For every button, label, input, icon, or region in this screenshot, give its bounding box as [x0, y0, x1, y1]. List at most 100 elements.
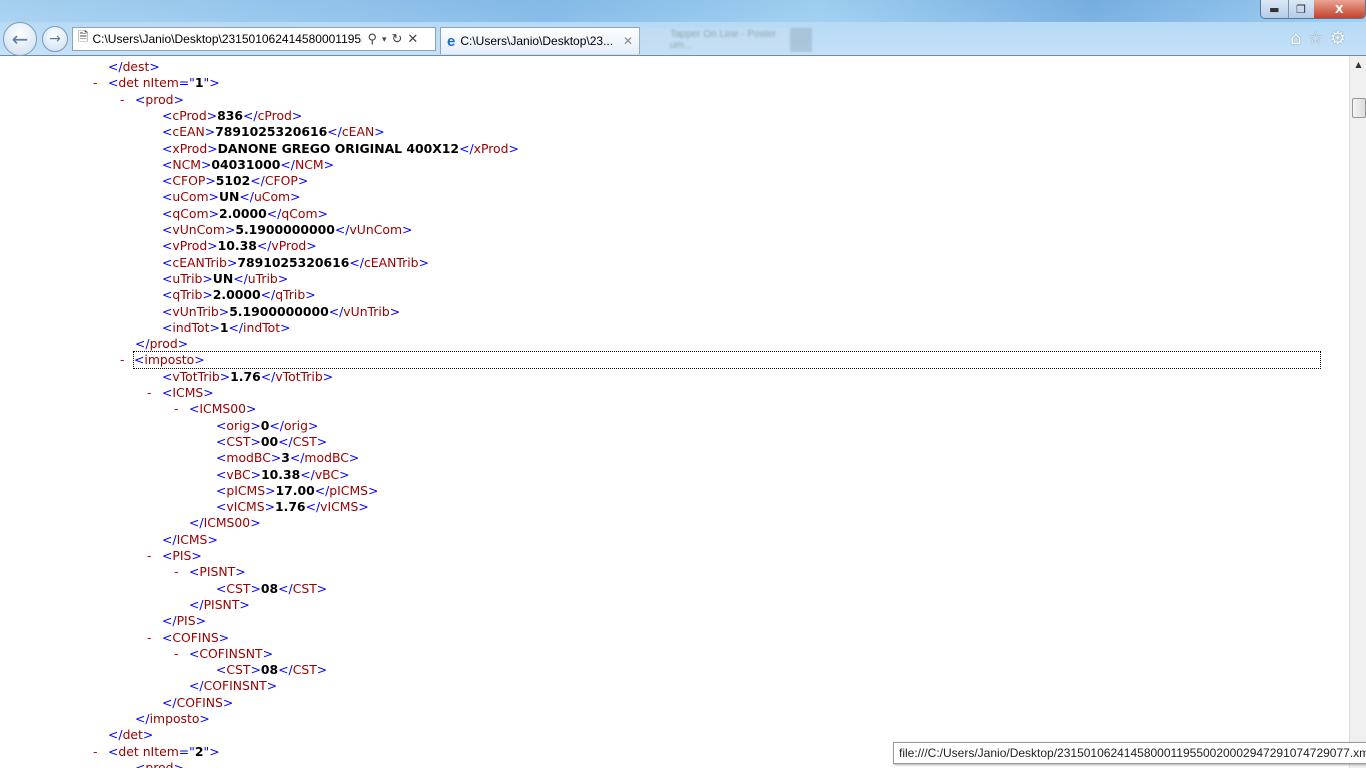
collapse-toggle[interactable]: - — [147, 630, 151, 645]
element-value: 2.0000 — [212, 287, 261, 303]
xml-line-prod: </prod> — [135, 336, 188, 352]
bracket: > — [277, 270, 289, 286]
tag-name: indTot — [243, 319, 281, 335]
tag-name: COFINSNT — [203, 678, 267, 694]
tag-name: vProd — [271, 238, 307, 254]
browser-toolbar: ← → 🗎 C:\Users\Janio\Desktop\23150106241… — [0, 0, 1366, 56]
bracket: </ — [349, 254, 364, 270]
element-value: 08 — [260, 580, 279, 596]
bracket: </ — [108, 727, 123, 743]
bracket: < — [216, 466, 227, 482]
xml-line-det[interactable]: <det nItem="2"> — [108, 744, 220, 760]
bracket: </ — [189, 515, 204, 531]
bracket: > — [280, 319, 291, 335]
collapse-toggle[interactable]: - — [120, 760, 124, 768]
bracket: > — [208, 205, 219, 221]
tag-name: qTrib — [172, 287, 203, 303]
bracket: > — [291, 107, 303, 123]
tag-name: xProd — [172, 140, 208, 156]
bracket: < — [162, 287, 173, 303]
back-button[interactable]: ← — [3, 22, 37, 56]
tab-title: Tapper On Line - Poster um... — [670, 29, 777, 51]
xml-line-utrib: <uTrib>UN</uTrib> — [162, 271, 288, 287]
bracket: </ — [162, 694, 177, 710]
refresh-icon[interactable]: ↻ — [392, 31, 403, 47]
collapse-toggle[interactable]: - — [147, 385, 151, 400]
xml-line-vicms: <vICMS>1.76</vICMS> — [216, 499, 369, 515]
tag-name: qTrib — [275, 287, 306, 303]
bracket: < — [162, 385, 173, 400]
xml-line-pisnt[interactable]: <PISNT> — [189, 564, 246, 580]
bracket: </ — [278, 580, 293, 596]
collapse-toggle[interactable]: - — [93, 75, 97, 90]
bracket: > — [316, 433, 328, 449]
xml-line-icms[interactable]: <ICMS> — [162, 385, 214, 401]
bracket: </ — [327, 124, 342, 140]
element-value: 7891025320616 — [237, 254, 350, 270]
collapse-toggle[interactable]: - — [147, 548, 151, 563]
bracket: < — [216, 482, 227, 498]
address-bar[interactable]: 🗎 C:\Users\Janio\Desktop\231501062414580… — [72, 27, 436, 51]
scroll-up-icon[interactable]: ▲ — [1351, 56, 1366, 73]
tag-name: qCom — [172, 205, 209, 221]
bracket: > — [374, 124, 385, 140]
element-value: 08 — [260, 662, 279, 678]
bracket: < — [108, 743, 119, 759]
tag-name: qCom — [281, 205, 318, 221]
favorites-icon[interactable]: ☆ — [1307, 28, 1323, 49]
collapse-toggle[interactable]: - — [120, 92, 124, 107]
xml-line-icms: </ICMS> — [162, 532, 218, 548]
bracket: < — [162, 173, 173, 189]
collapse-toggle[interactable]: - — [93, 744, 97, 759]
bracket: =" — [178, 75, 195, 91]
tab-active[interactable]: e C:\Users\Janio\Desktop\23... ✕ — [440, 27, 640, 54]
collapse-toggle[interactable]: - — [174, 646, 178, 661]
tag-name: uCom — [253, 189, 291, 205]
bracket: < — [216, 433, 227, 449]
home-icon[interactable]: ⌂ — [1290, 28, 1301, 49]
tag-name: cEAN — [341, 124, 375, 140]
scroll-thumb[interactable] — [1352, 98, 1366, 118]
collapse-toggle[interactable]: - — [174, 564, 178, 579]
tag-name: dest — [122, 59, 150, 74]
close-tab-icon[interactable]: ✕ — [623, 34, 633, 48]
bracket: > — [224, 222, 236, 237]
tag-name: imposto — [149, 711, 200, 726]
xml-line-cprod: <cProd>836</cProd> — [162, 108, 302, 124]
search-icon[interactable]: ⚲ — [367, 31, 377, 47]
bracket: < — [135, 91, 146, 107]
back-icon: ← — [11, 27, 29, 51]
tab-inactive[interactable]: Tapper On Line - Poster um... — [640, 28, 790, 52]
xml-line-prod[interactable]: <prod> — [135, 92, 184, 108]
page-icon: 🗎 — [78, 29, 89, 44]
collapse-toggle[interactable]: - — [120, 352, 124, 367]
tag-name: vProd — [172, 238, 208, 254]
minimize-icon[interactable]: ▬ — [1261, 0, 1288, 18]
xml-line-icms00[interactable]: <ICMS00> — [189, 401, 256, 417]
xml-line-pisnt: </PISNT> — [189, 597, 250, 613]
close-icon[interactable]: X — [1313, 0, 1365, 18]
xml-line-prod[interactable]: <prod> — [135, 760, 184, 768]
tag-name: vUnCom — [172, 222, 225, 237]
tag-name: COFINS — [172, 629, 219, 645]
xml-line-imposto[interactable]: <imposto> — [133, 351, 1321, 370]
xml-line-cofins[interactable]: <COFINS> — [162, 630, 229, 646]
address-input[interactable]: C:\Users\Janio\Desktop\23150106241458000… — [92, 32, 362, 46]
dropdown-icon[interactable]: ▾ — [382, 34, 387, 45]
bracket: =" — [178, 743, 195, 759]
tools-icon[interactable]: ⚙ — [1330, 28, 1346, 49]
bracket: > — [250, 580, 261, 596]
new-tab-button[interactable] — [790, 28, 812, 52]
xml-line-det[interactable]: <det nItem="1"> — [108, 75, 220, 91]
vertical-scrollbar[interactable]: ▲ — [1349, 56, 1366, 768]
xml-line-pis[interactable]: <PIS> — [162, 548, 202, 564]
stop-icon[interactable]: ✕ — [407, 31, 418, 47]
tag-name: CST — [292, 580, 317, 596]
collapse-toggle[interactable]: - — [174, 401, 178, 416]
bracket: </ — [260, 368, 276, 384]
tag-name: orig — [283, 417, 308, 433]
ie-icon: e — [447, 32, 456, 50]
restore-icon[interactable]: ❐ — [1287, 0, 1314, 18]
xml-line-cofinsnt[interactable]: <COFINSNT> — [189, 646, 273, 662]
forward-button[interactable]: → — [42, 26, 68, 52]
